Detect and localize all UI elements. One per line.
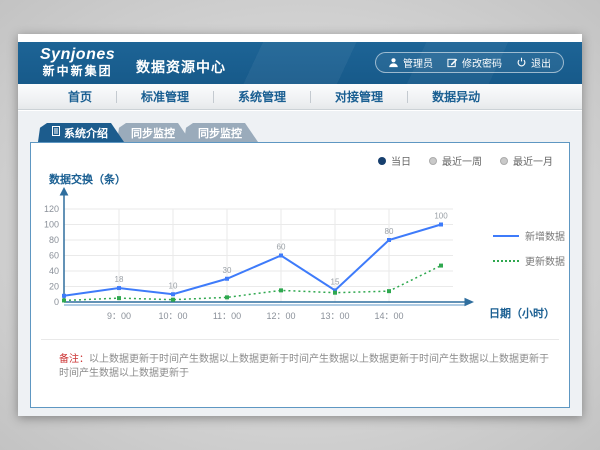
tab-label: 同步监控	[131, 125, 175, 141]
svg-text:15: 15	[331, 277, 340, 286]
logo-text-en: Synjones	[40, 46, 115, 64]
legend-label: 新增数据	[525, 228, 565, 243]
range-option-last-week[interactable]: 最近一周	[429, 153, 482, 168]
x-axis-title: 日期（小时）	[489, 305, 555, 321]
svg-text:10：00: 10：00	[158, 311, 187, 321]
change-password-button[interactable]: 修改密码	[447, 55, 502, 70]
app-header: Synjones 新中新集团 数据资源中心 管理员 修改密码 退出	[18, 42, 582, 84]
svg-text:9：00: 9：00	[107, 311, 131, 321]
svg-text:18: 18	[115, 275, 124, 284]
user-menu: 管理员 修改密码 退出	[375, 52, 564, 73]
nav-item-standard-mgmt[interactable]: 标准管理	[117, 88, 213, 105]
range-option-today[interactable]: 当日	[378, 153, 411, 168]
page-title: 数据资源中心	[136, 57, 226, 77]
svg-text:100: 100	[44, 220, 59, 230]
footnote: 备注：以上数据更新于时间产生数据以上数据更新于时间产生数据以上数据更新于时间产生…	[59, 353, 553, 381]
main-nav: 首页 标准管理 系统管理 对接管理 数据异动	[18, 84, 582, 110]
svg-text:13：00: 13：00	[320, 311, 349, 321]
nav-item-system-mgmt[interactable]: 系统管理	[214, 88, 310, 105]
svg-text:10: 10	[169, 281, 178, 290]
line-dotted-swatch-icon	[493, 260, 519, 262]
range-option-last-month[interactable]: 最近一月	[500, 153, 553, 168]
change-password-label: 修改密码	[462, 55, 502, 70]
edit-icon	[447, 57, 458, 68]
svg-text:30: 30	[223, 266, 232, 275]
legend-item-updated-data[interactable]: 更新数据	[493, 253, 565, 268]
content-area: 系统介绍 同步监控 同步监控 当日 最近一周	[18, 111, 582, 416]
range-option-label: 当日	[391, 153, 411, 168]
company-logo: Synjones 新中新集团	[40, 46, 115, 78]
svg-text:60: 60	[49, 251, 59, 261]
tab-label: 同步监控	[198, 125, 242, 141]
horizontal-divider	[41, 339, 559, 340]
radio-unselected-icon	[500, 157, 508, 165]
tab-sync-monitor-1[interactable]: 同步监控	[117, 123, 191, 142]
range-option-label: 最近一周	[442, 153, 482, 168]
user-icon	[388, 57, 399, 68]
svg-text:120: 120	[44, 204, 59, 214]
nav-item-home[interactable]: 首页	[44, 88, 116, 105]
footnote-text: 以上数据更新于时间产生数据以上数据更新于时间产生数据以上数据更新于时间产生数据以…	[59, 354, 549, 379]
logo-text-cn: 新中新集团	[40, 64, 115, 78]
series-legend: 新增数据 更新数据	[493, 228, 565, 268]
tab-label: 系统介绍	[64, 125, 108, 141]
current-user-label: 管理员	[403, 55, 433, 70]
tab-system-intro[interactable]: 系统介绍	[38, 123, 124, 142]
svg-text:0: 0	[54, 297, 59, 307]
line-solid-swatch-icon	[493, 235, 519, 237]
logout-button[interactable]: 退出	[516, 55, 551, 70]
tab-sync-monitor-2[interactable]: 同步监控	[184, 123, 258, 142]
tab-bar: 系统介绍 同步监控 同步监控	[38, 123, 258, 142]
time-range-filter: 当日 最近一周 最近一月	[378, 153, 553, 168]
radio-selected-icon	[378, 157, 386, 165]
svg-text:20: 20	[49, 282, 59, 292]
logout-label: 退出	[531, 55, 551, 70]
svg-text:40: 40	[49, 266, 59, 276]
line-chart: 0 20 40 60 80 100 120 9：00 10：00 11：00 12：00 13：00 1…	[31, 186, 491, 321]
svg-text:100: 100	[434, 212, 448, 221]
svg-text:80: 80	[385, 227, 394, 236]
current-user-button[interactable]: 管理员	[388, 55, 433, 70]
nav-item-interface-mgmt[interactable]: 对接管理	[311, 88, 407, 105]
power-icon	[516, 57, 527, 68]
svg-text:80: 80	[49, 235, 59, 245]
nav-item-data-change[interactable]: 数据异动	[408, 88, 504, 105]
svg-text:11：00: 11：00	[213, 311, 241, 321]
range-option-label: 最近一月	[513, 153, 553, 168]
svg-text:60: 60	[277, 243, 286, 252]
chart-panel: 当日 最近一周 最近一月 数据交换（条） 0 20 40 60 80 100 120 9：00…	[30, 142, 570, 408]
svg-text:12：00: 12：00	[266, 311, 295, 321]
legend-label: 更新数据	[525, 253, 565, 268]
footnote-prefix: 备注：	[59, 354, 89, 365]
legend-item-new-data[interactable]: 新增数据	[493, 228, 565, 243]
app-window: Synjones 新中新集团 数据资源中心 管理员 修改密码 退出	[18, 34, 582, 416]
y-axis-title: 数据交换（条）	[49, 171, 126, 187]
desktop-background: Synjones 新中新集团 数据资源中心 管理员 修改密码 退出	[0, 0, 600, 450]
document-icon	[52, 126, 60, 139]
svg-text:14：00: 14：00	[374, 311, 403, 321]
radio-unselected-icon	[429, 157, 437, 165]
